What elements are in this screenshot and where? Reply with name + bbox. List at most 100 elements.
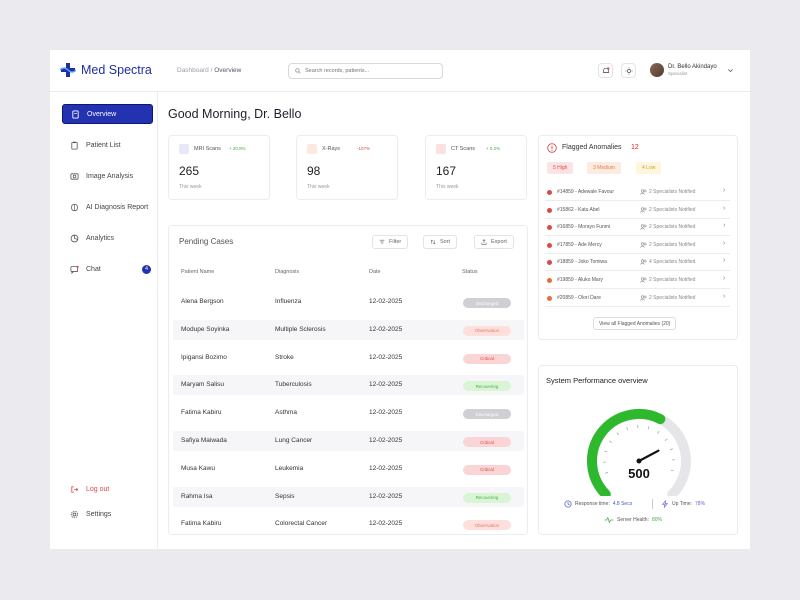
- table-row[interactable]: Maryam Salisu Tuberculosis 12-02-2025 Recov…: [173, 375, 524, 396]
- sidebar-item-analytics[interactable]: Analytics: [62, 228, 153, 248]
- chat-icon: [70, 265, 79, 274]
- severity-filter[interactable]: 4 Low: [636, 162, 662, 174]
- diagnosis: Influenza: [275, 298, 302, 305]
- users-icon: [640, 259, 647, 266]
- view-all-anomalies-button[interactable]: View all Flagged Anomalies (20): [593, 317, 677, 330]
- anomaly-patient: #18859 - Joko Tomiwa: [557, 259, 607, 266]
- status-badge: Discharged: [463, 298, 511, 308]
- theme-toggle-button[interactable]: [621, 63, 636, 78]
- anomaly-item[interactable]: #18859 - Joko Tomiwa 4 Specialists Notifi…: [545, 254, 730, 272]
- app-name: Med Spectra: [81, 63, 152, 77]
- metric-value: 78%: [695, 501, 706, 507]
- status-badge: Observation: [463, 520, 511, 531]
- column-header[interactable]: Date: [369, 269, 381, 275]
- gauge-value: 500: [628, 466, 650, 481]
- gauge-tick: [626, 427, 629, 431]
- table-row[interactable]: Musa Kawu Leukemia 12-02-2025 Critical: [173, 459, 524, 479]
- table-row[interactable]: Safiya Maiwada Lung Cancer 12-02-2025 Criti…: [173, 431, 524, 451]
- breadcrumb-parent[interactable]: Dashboard: [177, 67, 209, 74]
- chevron-right-icon: ›: [723, 239, 726, 247]
- case-date: 12-02-2025: [369, 325, 403, 333]
- breadcrumb: Dashboard / Overview: [177, 67, 241, 74]
- chevron-right-icon: ›: [723, 257, 726, 265]
- case-date: 12-02-2025: [369, 298, 403, 305]
- anomaly-item[interactable]: #16859 - Morayo Funmi 2 Specialists Notif…: [545, 219, 730, 237]
- severity-dot: [547, 207, 552, 213]
- anomaly-item[interactable]: #14859 - Adewale Favour 2 Specialists Not…: [545, 184, 730, 201]
- metric-value: 80%: [651, 517, 662, 523]
- app-logo[interactable]: Med Spectra: [60, 62, 152, 78]
- status-badge: Critical: [463, 464, 511, 475]
- stat-period: This week: [307, 184, 330, 190]
- column-header[interactable]: Patient Name: [181, 269, 214, 275]
- gauge-tick: [608, 440, 612, 443]
- notification-button[interactable]: [598, 63, 613, 78]
- sort-button[interactable]: Sort: [423, 235, 458, 249]
- table-row[interactable]: Fatima Kabiru Asthma 12-02-2025 Discharged: [173, 403, 524, 423]
- sidebar-item-label: Overview: [87, 110, 117, 118]
- logout-icon: [71, 485, 79, 493]
- patient-name: Maryam Salisu: [181, 381, 224, 389]
- search-input[interactable]: [305, 68, 435, 74]
- anomaly-item[interactable]: #19859 - Aluko Mary 2 Specialists Notifie…: [545, 272, 730, 289]
- panel-title: System Performance overview: [546, 376, 648, 385]
- filter-button[interactable]: Filter: [372, 235, 409, 249]
- diagnosis: Lung Cancer: [275, 437, 313, 444]
- users-icon: [640, 207, 647, 213]
- anomaly-item[interactable]: #15862 - Katu Abel 2 Specialists Notified…: [545, 202, 730, 219]
- search-box: [288, 63, 443, 79]
- notified-count: 2 Specialists Notified: [649, 189, 696, 195]
- table-row[interactable]: Ipigansi Bozimo Stroke 12-02-2025 Critical: [173, 348, 524, 368]
- users-icon: [640, 242, 647, 248]
- overview-icon: [72, 109, 79, 119]
- table-row[interactable]: Fatima Kabiru Colorectal Cancer 12-02-2025…: [173, 514, 524, 534]
- sidebar-item-overview[interactable]: Overview: [62, 104, 153, 124]
- sidebar-item-patient-list[interactable]: Patient List: [62, 135, 153, 155]
- case-date: 12-02-2025: [369, 381, 403, 389]
- diagnosis: Multiple Sclerosis: [275, 325, 326, 333]
- severity-dot: [547, 295, 552, 301]
- diagnosis: Asthma: [275, 409, 298, 417]
- anomaly-item[interactable]: #20859 - Olori Dare 2 Specialists Notifie…: [545, 290, 730, 307]
- logout-button[interactable]: Log out: [62, 481, 153, 497]
- sidebar-item-label: Chat: [86, 265, 101, 273]
- severity-filter[interactable]: 3 Medium: [587, 162, 621, 174]
- anomaly-count: 12: [631, 144, 639, 151]
- diagnosis: Sepsis: [275, 492, 295, 500]
- alert-icon: [547, 143, 557, 153]
- sidebar-item-ai-diagnosis-report[interactable]: AI Diagnosis Report: [62, 197, 153, 217]
- user-name: Dr. Bello Akindayo: [668, 64, 717, 70]
- sidebar-item-image-analysis[interactable]: Image Analysis: [62, 166, 153, 186]
- export-button[interactable]: Export: [474, 235, 514, 249]
- stat-period: This week: [436, 184, 459, 190]
- status-badge: Critical: [463, 353, 511, 364]
- gauge-tick: [657, 430, 660, 434]
- sidebar-item-label: Image Analysis: [86, 172, 134, 180]
- sidebar-item-chat[interactable]: Chat 4: [62, 259, 153, 279]
- stat-name: MRI Scans: [194, 146, 221, 152]
- flagged-anomalies-panel: Flagged Anomalies 12 5 High 3 Medium 4 Low…: [538, 135, 738, 340]
- patient-name: Safiya Maiwada: [181, 437, 227, 444]
- column-header[interactable]: Diagnosis: [275, 269, 299, 275]
- gauge-tick: [664, 438, 668, 441]
- severity-filter[interactable]: 5 High: [547, 162, 574, 174]
- case-date: 12-02-2025: [369, 353, 403, 361]
- chevron-right-icon: ›: [723, 275, 726, 282]
- status-badge: Discharged: [463, 409, 511, 420]
- chevron-right-icon: ›: [723, 187, 726, 194]
- sidebar-item-label: AI Diagnosis Report: [86, 203, 149, 211]
- patient-name: Musa Kawu: [181, 464, 215, 472]
- case-date: 12-02-2025: [369, 520, 403, 528]
- user-menu[interactable]: Dr. Bello Akindayo Specialist: [650, 63, 734, 77]
- settings-button[interactable]: Settings: [62, 506, 153, 522]
- column-header[interactable]: Status: [462, 269, 478, 275]
- user-role: Specialist: [668, 71, 688, 76]
- table-row[interactable]: Modupe Soyinka Multiple Sclerosis 12-02-20…: [173, 319, 524, 340]
- logo-icon: [60, 63, 76, 77]
- chevron-right-icon: ›: [723, 222, 726, 230]
- anomaly-patient: #17859 - Ade Mercy: [557, 241, 602, 248]
- anomaly-item[interactable]: #17859 - Ade Mercy 2 Specialists Notified…: [545, 237, 730, 254]
- xray-icon: [307, 144, 317, 154]
- table-row[interactable]: Alena Bergson Influenza 12-02-2025 Discharg…: [173, 292, 524, 312]
- table-row[interactable]: Rahma Isa Sepsis 12-02-2025 Recovering: [173, 486, 524, 507]
